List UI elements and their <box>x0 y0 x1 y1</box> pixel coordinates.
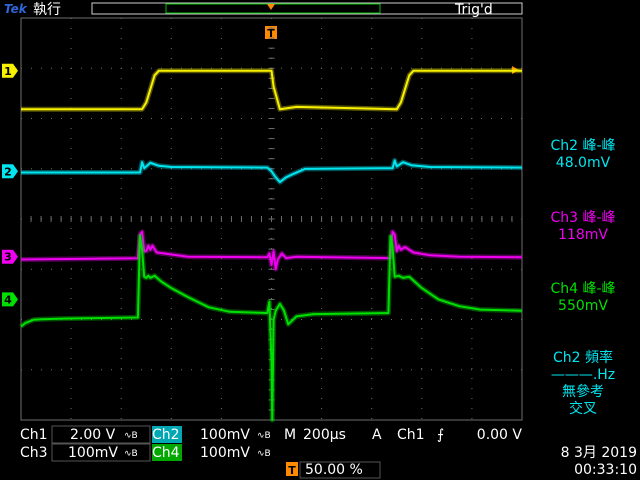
timebase-label: M <box>284 427 296 443</box>
measurement-2: Ch3 峰-峰118mV <box>550 210 615 243</box>
ch4-scale: 100mV <box>200 445 250 461</box>
measurement-1: Ch2 峰-峰48.0mV <box>550 138 615 171</box>
ch3-scale: 100mV <box>68 445 118 461</box>
timebase-value: 200µs <box>303 427 346 443</box>
ch4-status-label: Ch4 <box>152 445 180 461</box>
ch2-bw-icon: ∿B <box>257 431 271 441</box>
channel-marker-label: 2 <box>4 165 12 178</box>
measurement-value: 118mV <box>558 227 608 243</box>
channel-1-marker: 1 <box>2 63 18 78</box>
measurement-note: 交叉 <box>569 400 597 417</box>
ch2-scale: 100mV <box>200 427 250 443</box>
ch2-status-label: Ch2 <box>152 427 180 443</box>
ch1-status-label: Ch1 <box>20 427 48 443</box>
ch3-status-label: Ch3 <box>20 445 48 461</box>
channel-marker-label: 3 <box>4 251 12 264</box>
ch4-bw-icon: ∿B <box>257 449 271 459</box>
run-state: 執行 <box>33 2 61 18</box>
trigger-arrow-icon <box>267 4 275 10</box>
ch3-bw-icon: ∿B <box>124 449 138 459</box>
time: 00:33:10 <box>574 462 637 478</box>
measurement-value: ———.Hz <box>551 367 615 383</box>
measurement-panel: Ch2 峰-峰48.0mV Ch3 峰-峰118mV Ch4 峰-峰550mV Ch2… <box>550 138 615 417</box>
trigger-mode: A <box>372 427 382 443</box>
ch1-waveform <box>21 69 522 111</box>
ch1-scale: 2.00 V <box>70 427 116 443</box>
trigger-source: Ch1 <box>397 427 425 443</box>
channel-2-marker: 2 <box>2 164 18 179</box>
trigger-position-icon-label: T <box>288 464 296 477</box>
measurement-3: Ch4 峰-峰550mV <box>550 281 615 314</box>
channel-3-marker: 3 <box>2 249 18 264</box>
measurement-value: 48.0mV <box>556 155 611 171</box>
brand-logo: Tek <box>4 2 28 16</box>
trigger-position-marker: T <box>265 4 277 40</box>
measurement-title: Ch2 峰-峰 <box>550 138 615 154</box>
ch1-bw-icon: ∿B <box>124 431 138 441</box>
measurement-title: Ch3 峰-峰 <box>550 210 615 226</box>
channel-4-marker: 4 <box>2 292 18 307</box>
waveforms <box>19 68 523 423</box>
trigger-status: Trig'd <box>454 2 493 18</box>
header: Tek 執行 Trig'd <box>4 2 523 18</box>
oscilloscope-screen: Tek 執行 Trig'd T 1 2 3 4 Ch2 峰-峰48.0mV Ch3 峰-… <box>2 2 637 479</box>
channel-marker-label: 4 <box>4 293 12 306</box>
date: 8 3月 2019 <box>561 445 637 461</box>
trigger-position-value: 50.00 % <box>305 462 363 478</box>
trigger-slope-icon: ⨍ <box>437 427 444 443</box>
measurement-4: Ch2 頻率———.Hz無參考交叉 <box>551 349 615 417</box>
channel-marker-label: 1 <box>4 65 12 78</box>
channel-markers: 1 2 3 4 <box>2 63 18 307</box>
measurement-title: Ch2 頻率 <box>553 349 613 366</box>
status-bar: Ch1 2.00 V ∿B Ch2 100mV ∿B M 200µs A Ch1… <box>20 425 637 479</box>
measurement-note: 無參考 <box>562 384 604 400</box>
trigger-level: 0.00 V <box>477 427 523 443</box>
measurement-title: Ch4 峰-峰 <box>550 281 615 297</box>
measurement-value: 550mV <box>558 298 608 314</box>
